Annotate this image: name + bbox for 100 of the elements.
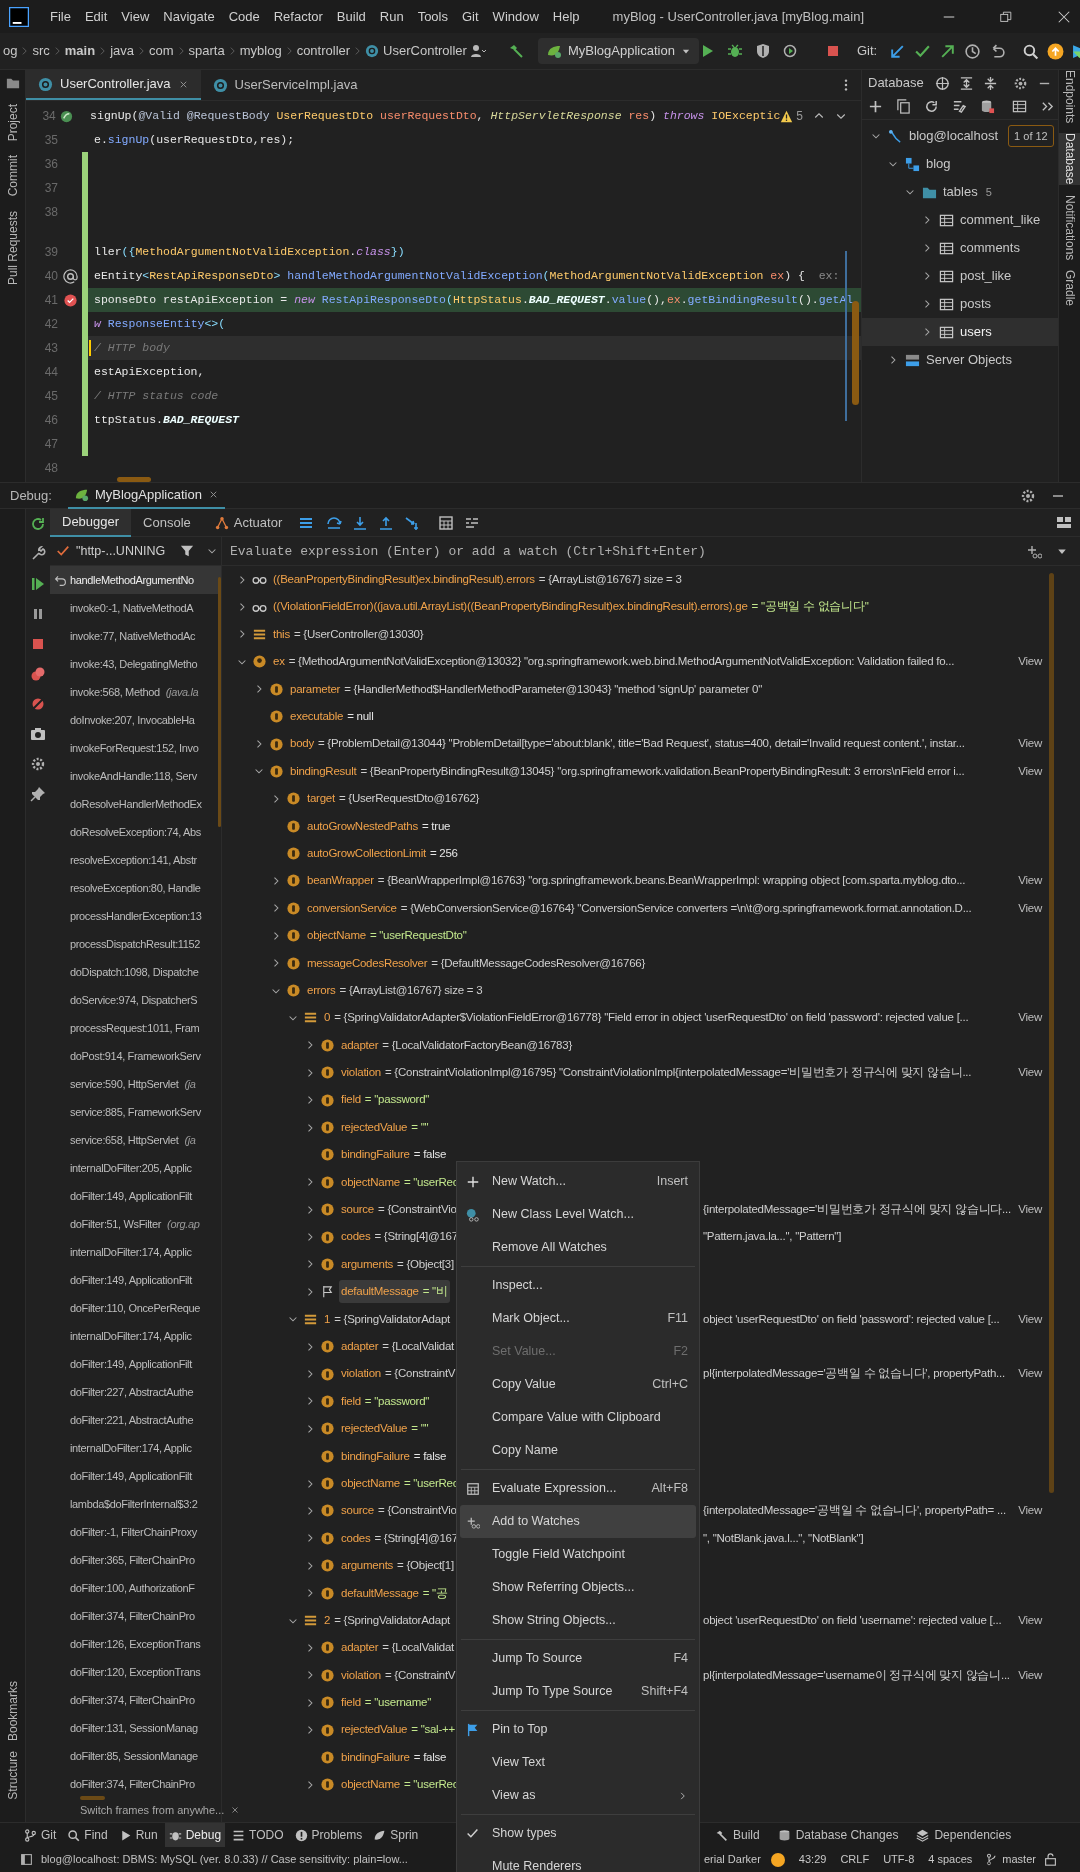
stack-frame[interactable]: invoke:43, DelegatingMetho xyxy=(50,650,221,678)
stack-frame[interactable]: processRequest:1011, Fram xyxy=(50,1014,221,1042)
variable-entry[interactable]: bindingFailure = false xyxy=(339,1745,449,1770)
tool-window-button[interactable]: TODO xyxy=(228,1823,288,1847)
layout-icon[interactable] xyxy=(1056,514,1072,531)
menu-item[interactable]: Git xyxy=(455,6,486,27)
menu-item[interactable]: Toggle Field Watchpoint xyxy=(460,1538,696,1571)
menu-item[interactable]: New Class Level Watch... xyxy=(460,1198,696,1231)
view-link[interactable]: View xyxy=(1018,1666,1042,1684)
variable-entry[interactable]: objectName = "userRec xyxy=(339,1773,461,1797)
variable-entry[interactable]: arguments = {Object[1] xyxy=(339,1554,456,1578)
variable-entry[interactable]: arguments = {Object[3] xyxy=(339,1252,456,1277)
stack-frame[interactable]: doFilter:374, FilterChainPro xyxy=(50,1686,221,1714)
variable-entry[interactable]: defaultMessage = "비 xyxy=(339,1280,450,1304)
stack-frame[interactable]: doFilter:149, ApplicationFilt xyxy=(50,1266,221,1294)
view-link[interactable]: View xyxy=(1018,735,1042,753)
menu-item[interactable]: Copy Name xyxy=(460,1434,696,1467)
variable-entry[interactable]: autoGrowNestedPaths = true xyxy=(305,814,453,838)
tool-window-button[interactable]: Debug xyxy=(164,1823,226,1847)
menu-item[interactable]: Jump To Type Source Shift+F4 xyxy=(460,1675,696,1708)
variable-entry[interactable]: rejectedValue = "sal-++ xyxy=(339,1718,457,1742)
update-available-icon[interactable] xyxy=(1047,42,1065,60)
variable-entry[interactable]: target = {UserRequestDto@16762} xyxy=(305,787,482,811)
stack-frame[interactable]: internalDoFilter:174, Applic xyxy=(50,1434,221,1462)
stack-frame[interactable]: doFilter:149, ApplicationFilt xyxy=(50,1350,221,1378)
stack-frame[interactable]: doResolveException:74, Abs xyxy=(50,818,221,846)
menu-item[interactable]: Refactor xyxy=(266,6,330,27)
tree-item[interactable]: comment_like xyxy=(862,206,1058,234)
step-over-icon[interactable] xyxy=(326,514,343,531)
menu-item[interactable]: Help xyxy=(545,6,587,27)
tree-item[interactable]: Server Objects xyxy=(862,346,1058,374)
stack-frame[interactable]: doFilter:126, ExceptionTrans xyxy=(50,1630,221,1658)
tree-item[interactable]: tables 5 xyxy=(862,178,1058,206)
stack-frame[interactable]: service:590, HttpServlet (ja xyxy=(50,1070,221,1098)
editor-tab[interactable]: UserController.java xyxy=(26,70,201,100)
stack-frame[interactable]: doFilter:51, WsFilter (org.ap xyxy=(50,1210,221,1238)
stop-icon[interactable] xyxy=(30,636,46,652)
variable-entry[interactable]: messageCodesResolver = {DefaultMessageCodesResolver@16766} xyxy=(305,951,647,975)
tool-window-button[interactable]: Build xyxy=(712,1823,763,1847)
copy-icon[interactable] xyxy=(896,99,911,114)
close-icon[interactable] xyxy=(1057,9,1071,24)
breadcrumb[interactable]: myblog xyxy=(236,41,285,61)
variable-entry[interactable]: conversionService = {WebConversionService@16764} "ConversionService converters =\n\t@org.springframework.format.annotation.D... xyxy=(305,896,974,920)
stack-frame[interactable]: doFilter:131, SessionManag xyxy=(50,1714,221,1742)
stack-frame[interactable]: doFilter:110, OncePerReque xyxy=(50,1294,221,1322)
scrollbar-thumb[interactable] xyxy=(1049,573,1054,1493)
menu-item[interactable]: View xyxy=(114,6,157,27)
stack-frame[interactable]: doFilter:-1, FilterChainProxy xyxy=(50,1518,221,1546)
variable-entry[interactable]: bindingFailure = false xyxy=(339,1444,449,1468)
variable-entry[interactable]: ((BeanPropertyBindingResult)ex.bindingResult).errors = {ArrayList@16767} size = 3 xyxy=(271,568,684,592)
tree-item[interactable]: blog xyxy=(862,150,1058,178)
stack-frame[interactable]: internalDoFilter:174, Applic xyxy=(50,1322,221,1350)
stack-frame[interactable]: invokeAndHandle:118, Serv xyxy=(50,762,221,790)
tree-item[interactable]: posts xyxy=(862,290,1058,318)
variable-entry[interactable]: rejectedValue = "" xyxy=(339,1417,431,1441)
view-link[interactable]: View xyxy=(1018,872,1042,890)
variable-entry[interactable]: beanWrapper = {BeanWrapperImpl@16763} "org.springframework.beans.BeanWrapperImpl: wrapping object [com.sparta.myblog.dto... xyxy=(305,869,968,893)
run-to-cursor-icon[interactable] xyxy=(404,514,421,531)
breadcrumb[interactable]: src xyxy=(29,41,53,61)
tool-window-tab[interactable]: Gradle xyxy=(1059,270,1080,307)
breakpoint-icon[interactable] xyxy=(62,292,78,308)
variable-entry[interactable]: source = {ConstraintVio xyxy=(339,1198,459,1222)
tool-window-button[interactable]: Project xyxy=(3,104,22,142)
stack-frame[interactable]: resolveException:80, Handle xyxy=(50,874,221,902)
lock-icon[interactable] xyxy=(1043,1853,1057,1866)
debugger-tab[interactable]: Console xyxy=(131,508,203,537)
menu-item[interactable]: File xyxy=(43,6,78,27)
stack-frame[interactable]: doService:974, DispatcherS xyxy=(50,986,221,1014)
add-icon[interactable] xyxy=(868,99,883,114)
menu-item[interactable]: Add to Watches xyxy=(460,1505,696,1538)
tree-item[interactable]: users xyxy=(862,318,1058,346)
breadcrumb[interactable]: sparta xyxy=(185,41,228,61)
stack-frame[interactable]: processDispatchResult:1152 xyxy=(50,930,221,958)
debugger-tab[interactable]: Debugger xyxy=(50,508,132,537)
tool-window-button[interactable]: Find xyxy=(63,1823,112,1847)
scrollbar-thumb[interactable] xyxy=(852,301,859,405)
menu-item[interactable]: Window xyxy=(485,6,546,27)
view-link[interactable]: View xyxy=(1018,899,1042,917)
variable-entry[interactable]: autoGrowCollectionLimit = 256 xyxy=(305,841,460,866)
menu-item[interactable]: Copy Value Ctrl+C xyxy=(460,1368,696,1401)
menu-item[interactable]: View Text xyxy=(460,1746,696,1779)
menu-item[interactable]: Run xyxy=(372,6,411,27)
properties-icon[interactable] xyxy=(952,99,967,114)
menu-item[interactable]: Show Referring Objects... xyxy=(460,1571,696,1604)
menu-item[interactable]: Code xyxy=(221,6,267,27)
menu-item[interactable]: Edit xyxy=(77,6,115,27)
variable-entry[interactable]: violation = {ConstraintV xyxy=(339,1362,458,1386)
stack-frame[interactable]: internalDoFilter:174, Applic xyxy=(50,1238,221,1266)
scrollbar-thumb[interactable] xyxy=(218,577,221,827)
variable-entry[interactable]: this = {UserController@13030} xyxy=(271,622,426,647)
run-configuration-dropdown[interactable]: MyBlogApplication xyxy=(537,38,699,64)
stack-frame[interactable]: invoke:77, NativeMethodAc xyxy=(50,622,221,650)
stack-frame[interactable]: processHandlerException:13 xyxy=(50,902,221,930)
variable-entry[interactable]: defaultMessage = "공 xyxy=(339,1581,450,1605)
view-link[interactable]: View xyxy=(1018,1009,1042,1027)
stack-frame[interactable]: lambda$doFilterInternal$3:2 xyxy=(50,1490,221,1518)
wrench-icon[interactable] xyxy=(30,546,46,562)
warning-count[interactable]: 5 xyxy=(780,104,803,128)
tool-window-button[interactable]: Pull Requests xyxy=(3,210,22,285)
search-icon[interactable] xyxy=(1022,42,1040,60)
